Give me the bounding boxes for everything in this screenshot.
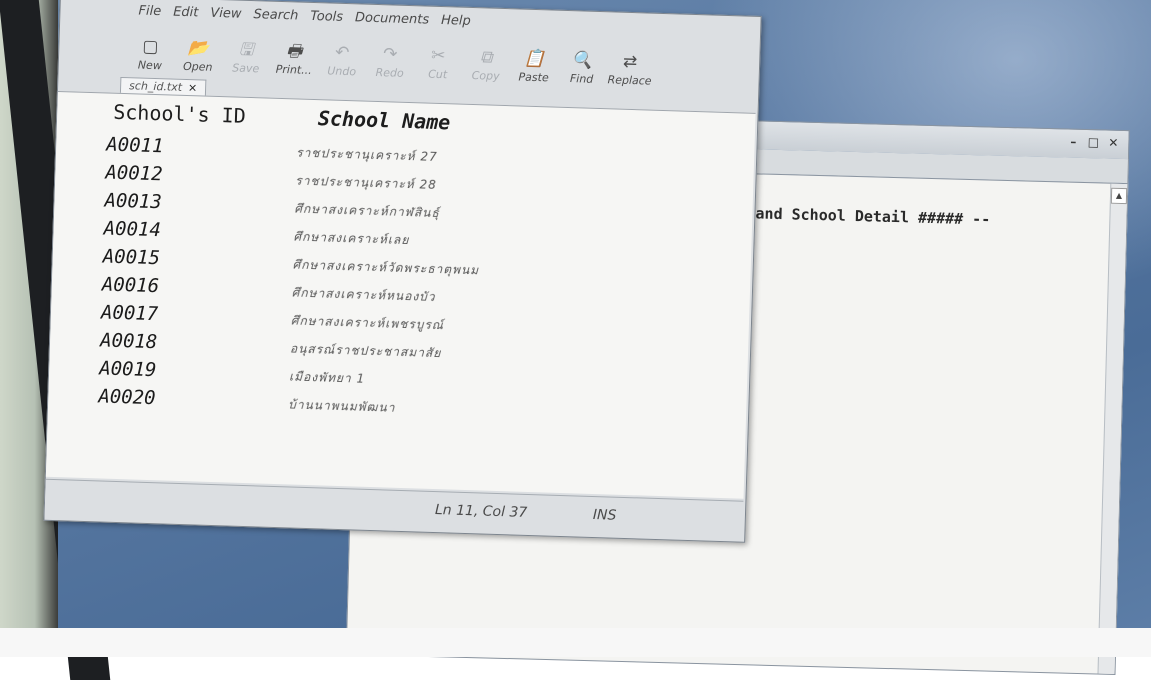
- toolbar-print-button[interactable]: 🖶 Print...: [273, 41, 316, 77]
- toolbar-redo-button[interactable]: ↷ Redo: [368, 44, 411, 80]
- school-id: A0020: [98, 385, 156, 410]
- school-id: A0014: [103, 217, 162, 242]
- toolbar-button-label: Replace: [607, 73, 652, 88]
- school-id: A0015: [102, 245, 161, 270]
- header-school-name: School Name: [317, 106, 451, 135]
- document-line: A0011 ราชประชานุเคราะห์ 27: [106, 134, 438, 167]
- text-area[interactable]: School's ID School Name A0011 ราชประชานุเ…: [45, 90, 756, 499]
- school-name: อนุสรณ์ราชประชาสมาสัย: [289, 341, 442, 361]
- document-line: A0014 ศึกษาสงเคราะห์เลย: [103, 217, 409, 250]
- school-name: ศึกษาสงเคราะห์หนองบัว: [291, 285, 436, 304]
- school-id: A0017: [100, 301, 159, 326]
- school-id: A0011: [105, 133, 164, 158]
- toolbar-copy-button[interactable]: ⧉ Copy: [464, 47, 507, 83]
- school-name: ราชประชานุเคราะห์ 28: [295, 173, 438, 192]
- school-id: A0019: [98, 357, 157, 382]
- document-tab-label: sch_id.txt: [128, 79, 183, 94]
- toolbar-new-document-button[interactable]: ▢ New: [129, 36, 172, 73]
- find-icon: 🔍: [571, 50, 594, 71]
- school-name: ศึกษาสงเคราะห์กาฬสินธุ์: [294, 201, 440, 221]
- undo-icon: ↶: [334, 42, 350, 64]
- school-name: ศึกษาสงเคราะห์เพชรบูรณ์: [290, 313, 445, 333]
- toolbar-undo-button[interactable]: ↶ Undo: [321, 42, 364, 79]
- document-header-line: School's ID School Name: [113, 100, 451, 135]
- terminal-text: on and School Detail ##### --: [728, 203, 991, 229]
- school-name: เมืองพัทยา 1: [288, 369, 366, 386]
- menu-search[interactable]: Search: [253, 7, 298, 23]
- save-icon: 🖫: [238, 39, 254, 61]
- insert-mode-indicator: INS: [592, 506, 617, 524]
- menu-edit[interactable]: Edit: [173, 4, 199, 20]
- toolbar-find-button[interactable]: 🔍 Find: [560, 50, 603, 86]
- tab-close-icon[interactable]: ×: [188, 81, 198, 94]
- toolbar-button-label: Save: [232, 61, 260, 76]
- toolbar-button-label: Redo: [375, 65, 404, 80]
- toolbar-button-label: Cut: [427, 67, 448, 82]
- document-line: A0020 บ้านนาพนมพัฒนา: [98, 385, 396, 417]
- toolbar-button-label: New: [137, 58, 163, 73]
- toolbar-button-label: Open: [182, 59, 213, 74]
- document-line: A0016 ศึกษาสงเคราะห์หนองบัว: [102, 273, 436, 306]
- toolbar-button-label: Paste: [518, 70, 549, 85]
- school-id: A0016: [101, 273, 160, 298]
- toolbar-paste-button[interactable]: 📋 Paste: [512, 48, 555, 85]
- school-name: บ้านนาพนมพัฒนา: [288, 397, 396, 415]
- copy-icon: ⧉: [479, 47, 493, 68]
- cursor-position: Ln 11, Col 37: [434, 502, 528, 521]
- open-folder-icon: 📂: [187, 38, 210, 59]
- menu-tools[interactable]: Tools: [310, 8, 343, 24]
- toolbar-replace-button[interactable]: ⇄ Replace: [607, 51, 652, 88]
- document-line: A0012 ราชประชานุเคราะห์ 28: [105, 162, 437, 195]
- school-name: ศึกษาสงเคราะห์เลย: [293, 229, 410, 248]
- school-name: ศึกษาสงเคราะห์วัดพระธาตุพนม: [292, 257, 480, 278]
- toolbar-button-label: Copy: [471, 68, 500, 83]
- toolbar-button-label: Print...: [275, 62, 312, 77]
- minimize-button[interactable]: –: [1064, 133, 1082, 149]
- scroll-up-arrow-icon[interactable]: ▲: [1110, 187, 1128, 205]
- photo-bottom-band: [0, 628, 1151, 657]
- school-name: ราชประชานุเคราะห์ 27: [295, 145, 438, 164]
- menu-view[interactable]: View: [210, 5, 242, 21]
- toolbar-open-folder-button[interactable]: 📂 Open: [177, 38, 220, 74]
- redo-icon: ↷: [382, 44, 398, 65]
- print-icon: 🖶: [285, 41, 303, 62]
- document-line: A0019 เมืองพัทยา 1: [99, 357, 366, 388]
- school-id: A0013: [104, 189, 163, 214]
- close-button[interactable]: ✕: [1104, 135, 1122, 151]
- new-document-icon: ▢: [142, 36, 159, 58]
- toolbar-save-button[interactable]: 🖫 Save: [225, 39, 268, 76]
- menu-documents[interactable]: Documents: [355, 10, 430, 27]
- toolbar-button-label: Find: [569, 72, 594, 86]
- paste-icon: 📋: [523, 48, 546, 70]
- text-editor-window[interactable]: File Edit View Search Tools Documents He…: [43, 0, 762, 543]
- replace-icon: ⇄: [622, 51, 638, 73]
- document-line: A0013 ศึกษาสงเคราะห์กาฬสินธุ์: [104, 190, 440, 224]
- toolbar-cut-button[interactable]: ✂ Cut: [416, 45, 459, 82]
- window-controls: – □ ✕: [1064, 133, 1122, 151]
- school-id: A0012: [105, 161, 163, 186]
- menu-help[interactable]: Help: [441, 12, 471, 28]
- cut-icon: ✂: [430, 45, 446, 67]
- menu-file[interactable]: File: [138, 3, 161, 19]
- toolbar-button-label: Undo: [327, 64, 357, 79]
- header-school-id: School's ID: [112, 99, 247, 128]
- maximize-button[interactable]: □: [1084, 134, 1102, 150]
- school-id: A0018: [99, 329, 158, 354]
